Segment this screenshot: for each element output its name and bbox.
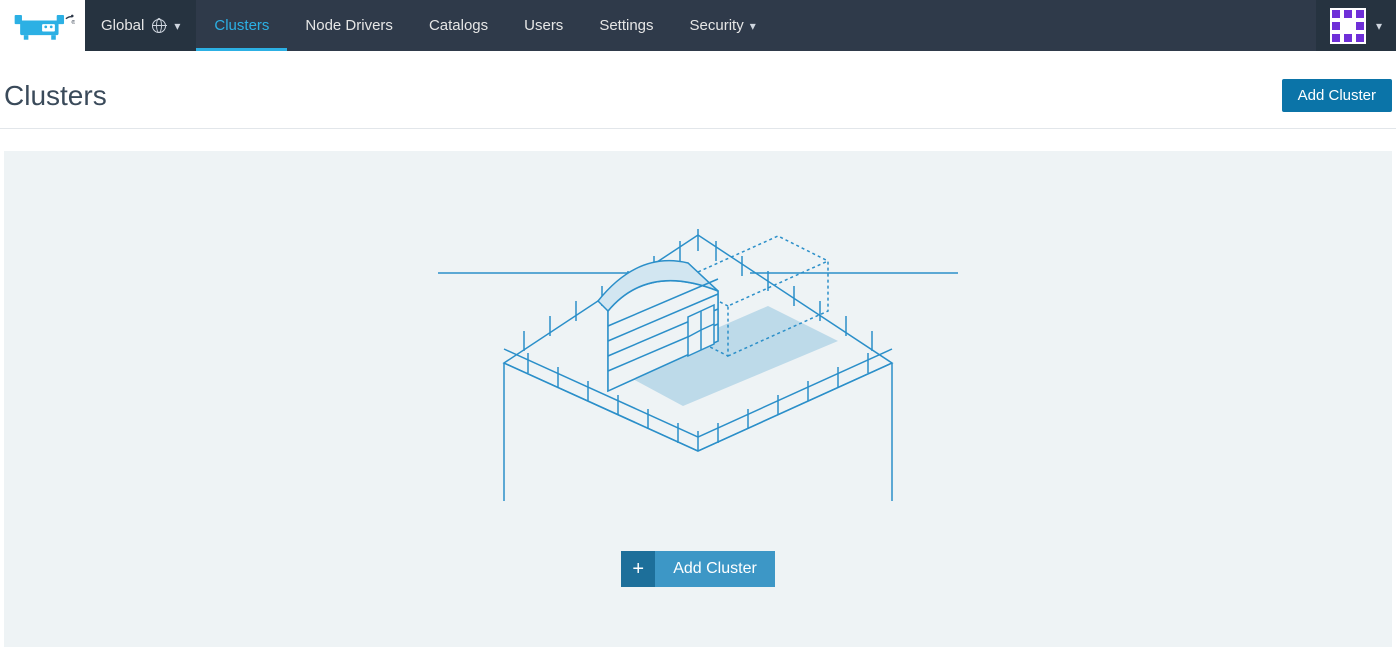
rancher-logo[interactable]: ® xyxy=(0,0,85,51)
add-cluster-button[interactable]: Add Cluster xyxy=(1282,79,1392,112)
nav-label: Users xyxy=(524,17,563,34)
user-menu[interactable]: ▾ xyxy=(1316,0,1396,51)
scope-label: Global xyxy=(101,17,144,34)
plus-icon: + xyxy=(621,551,655,587)
page-header: Clusters Add Cluster xyxy=(0,51,1396,129)
scope-selector[interactable]: Global ▾ xyxy=(85,0,196,51)
nav-label: Node Drivers xyxy=(305,17,393,34)
nav-label: Security xyxy=(690,17,744,34)
chevron-down-icon: ▾ xyxy=(750,19,756,33)
nav-users[interactable]: Users xyxy=(506,0,581,51)
cta-label: Add Cluster xyxy=(655,551,775,587)
nav-settings[interactable]: Settings xyxy=(581,0,671,51)
add-cluster-cta[interactable]: + Add Cluster xyxy=(621,551,775,587)
nav-label: Settings xyxy=(599,17,653,34)
topbar: ® Global ▾ Clusters Node Drivers Catalog… xyxy=(0,0,1396,51)
cow-icon: ® xyxy=(11,11,75,41)
page-title: Clusters xyxy=(4,80,107,112)
nav-label: Clusters xyxy=(214,17,269,34)
nav-clusters[interactable]: Clusters xyxy=(196,0,287,51)
chevron-down-icon: ▾ xyxy=(1376,19,1382,33)
nav-security[interactable]: Security ▾ xyxy=(672,0,774,51)
globe-icon xyxy=(152,19,166,33)
farm-illustration xyxy=(438,201,958,501)
nav-label: Catalogs xyxy=(429,17,488,34)
chevron-down-icon: ▾ xyxy=(174,19,180,33)
main-nav: Clusters Node Drivers Catalogs Users Set… xyxy=(196,0,773,51)
nav-catalogs[interactable]: Catalogs xyxy=(411,0,506,51)
nav-node-drivers[interactable]: Node Drivers xyxy=(287,0,411,51)
empty-state-panel: + Add Cluster xyxy=(4,151,1392,647)
avatar xyxy=(1330,8,1366,44)
svg-text:®: ® xyxy=(71,19,75,26)
